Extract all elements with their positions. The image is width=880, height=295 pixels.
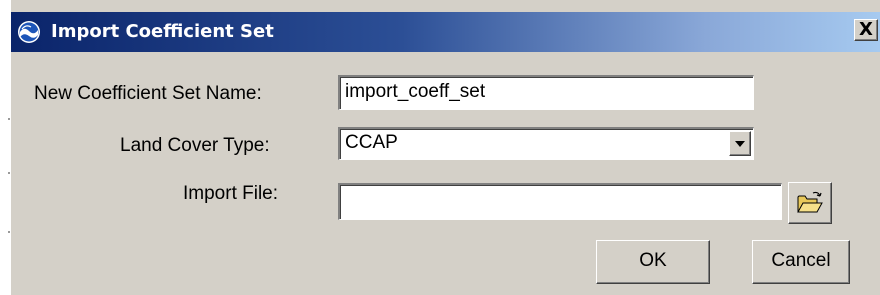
land-cover-type-value: CCAP	[345, 132, 398, 153]
window-title: Import Coefficient Set	[51, 21, 274, 42]
land-cover-type-label: Land Cover Type:	[120, 135, 270, 156]
noaa-logo-icon	[18, 21, 40, 43]
close-icon: X	[859, 19, 873, 40]
import-file-input[interactable]	[338, 183, 782, 220]
coefficient-set-name-label: New Coefficient Set Name:	[34, 83, 262, 104]
background-window-edge	[0, 0, 11, 295]
close-button[interactable]: X	[854, 19, 878, 41]
cancel-button[interactable]: Cancel	[752, 240, 850, 284]
browse-file-button[interactable]	[788, 182, 832, 224]
land-cover-type-select[interactable]: CCAP	[338, 127, 754, 160]
coefficient-set-name-input[interactable]: import_coeff_set	[338, 75, 754, 110]
title-bar[interactable]: Import Coefficient Set X	[11, 12, 880, 52]
import-coefficient-set-dialog: Import Coefficient Set X New Coefficient…	[0, 0, 880, 295]
dropdown-arrow-button[interactable]	[729, 131, 751, 156]
import-file-label: Import File:	[183, 183, 279, 204]
edge-tick	[8, 231, 10, 233]
open-folder-icon	[797, 191, 823, 213]
coefficient-set-name-value: import_coeff_set	[345, 81, 486, 102]
ok-button[interactable]: OK	[596, 240, 710, 284]
edge-tick	[8, 172, 10, 174]
chevron-down-icon	[735, 141, 745, 147]
edge-tick	[8, 118, 10, 120]
